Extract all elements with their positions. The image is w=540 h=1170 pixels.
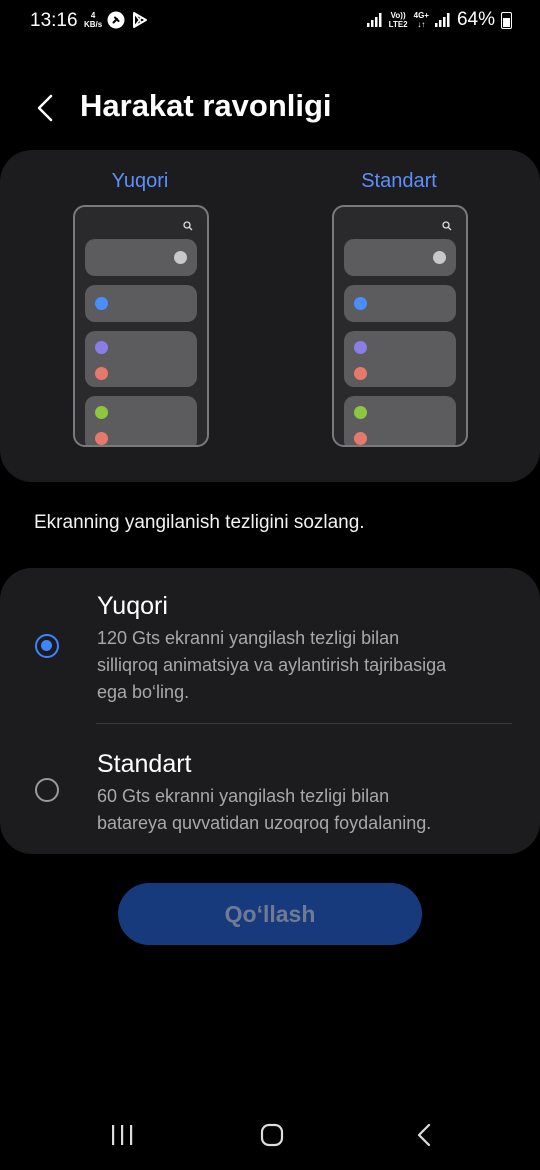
back-nav-button[interactable] [394, 1110, 454, 1160]
mock-dot-green [354, 406, 367, 419]
back-icon [417, 1123, 431, 1147]
mock-tile [344, 285, 456, 322]
mock-dot-purple [354, 341, 367, 354]
recent-apps-icon [112, 1125, 133, 1145]
phone-mockup-high [73, 205, 209, 447]
volte-label: Vo)) LTE2 [388, 11, 408, 29]
battery-icon [501, 11, 512, 29]
mock-toggle [433, 251, 446, 264]
mock-tile [85, 285, 197, 322]
mock-tile [85, 331, 197, 387]
play-store-icon [133, 12, 147, 28]
preview-label-high: Yuqori [111, 170, 169, 192]
mock-dot-red [95, 432, 108, 445]
mock-tile [85, 396, 197, 445]
option-high-title: Yuqori [97, 592, 168, 620]
home-icon [260, 1123, 284, 1147]
shazam-icon [107, 11, 125, 29]
signal-icon [366, 13, 382, 27]
mock-dot-green [95, 406, 108, 419]
status-right: Vo)) LTE2 4G+ ↓↑ 64% [366, 9, 512, 31]
apply-button[interactable]: Qo‘llash [118, 883, 422, 945]
mock-toggle [174, 251, 187, 264]
preview-label-standard: Standart [361, 170, 437, 192]
home-button[interactable] [242, 1110, 302, 1160]
navigation-bar [0, 1110, 540, 1160]
status-bar: 13:16 4 KB/s Vo)) LTE2 4G+ ↓↑ 64% [0, 0, 540, 44]
signal-icon-2 [434, 13, 450, 27]
mock-dot-red [354, 367, 367, 380]
back-button[interactable] [28, 88, 62, 128]
mock-tile [344, 239, 456, 276]
radio-standard[interactable] [35, 778, 59, 802]
phone-mockup-standard [332, 205, 468, 447]
mock-tile [344, 331, 456, 387]
recent-apps-button[interactable] [92, 1110, 152, 1160]
mock-dot-purple [95, 341, 108, 354]
status-time: 13:16 [30, 10, 78, 31]
app-header: Harakat ravonligi [0, 80, 540, 140]
search-icon [183, 221, 193, 231]
chevron-left-icon [37, 94, 53, 122]
battery-percent: 64% [456, 9, 495, 30]
option-standard-title: Standart [97, 750, 192, 778]
network-speed: 4 KB/s [84, 11, 103, 29]
option-standard-subtitle: 60 Gts ekranni yangilash tezligi bilan b… [97, 786, 432, 833]
mock-dot-red [95, 367, 108, 380]
mock-dot-blue [95, 297, 108, 310]
option-high-subtitle: 120 Gts ekranni yangilash tezligi bilan … [97, 628, 447, 702]
mock-dot-red [354, 432, 367, 445]
radio-high[interactable] [35, 634, 59, 658]
mock-tile [344, 396, 456, 445]
refresh-rate-options: Yuqori 120 Gts ekranni yangilash tezligi… [0, 568, 540, 854]
mock-tile [85, 239, 197, 276]
preview-card: Yuqori Standart [0, 150, 540, 482]
search-icon [442, 221, 452, 231]
description-text: Ekranning yangilanish tezligini sozlang. [34, 512, 365, 533]
page-title: Harakat ravonligi [80, 88, 332, 123]
option-standard[interactable]: Standart 60 Gts ekranni yangilash tezlig… [0, 724, 540, 854]
network-type: 4G+ ↓↑ [413, 11, 429, 29]
mock-dot-blue [354, 297, 367, 310]
option-high[interactable]: Yuqori 120 Gts ekranni yangilash tezligi… [0, 568, 540, 723]
